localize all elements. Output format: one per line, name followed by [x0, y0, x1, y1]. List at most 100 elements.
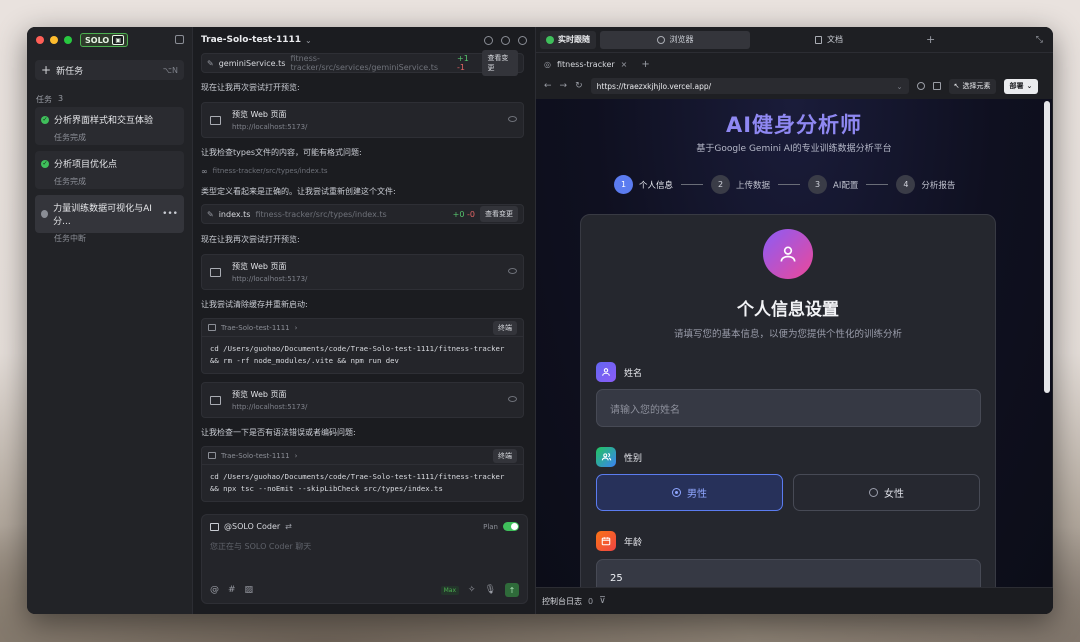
step-4[interactable]: 4 分析报告 [896, 175, 955, 194]
project-title[interactable]: Trae-Solo-test-1111 [201, 35, 301, 45]
console-label[interactable]: 控制台日志 [542, 596, 582, 607]
task-item[interactable]: ✓ 分析界面样式和交互体验 任务完成 [35, 107, 184, 145]
preview-title: 预览 Web 页面 [232, 262, 287, 271]
chevron-down-icon[interactable]: ⌄ [896, 82, 902, 91]
eye-icon[interactable] [508, 116, 517, 122]
eye-icon[interactable] [508, 396, 517, 402]
hash-icon[interactable]: # [228, 585, 236, 595]
preview-card[interactable]: 预览 Web 页面 http://localhost:5173/ [201, 254, 524, 290]
new-task-button[interactable]: + 新任务 ⌥N [35, 60, 184, 80]
microphone-icon[interactable]: 🎙 [485, 585, 496, 595]
chat-input[interactable]: 您正在与 SOLO Coder 聊天 [202, 531, 527, 562]
address-bar: ← → ↻ https://traezxkjhjlo.vercel.app/ ⌄… [536, 75, 1053, 97]
image-icon[interactable]: ▨ [245, 585, 254, 595]
app-subtitle: 基于Google Gemini AI的专业训练数据分析平台 [696, 144, 892, 154]
close-tab-icon[interactable]: × [621, 60, 628, 69]
open-terminal-button[interactable]: 终端 [493, 448, 517, 463]
close-window-button[interactable] [36, 36, 44, 44]
open-terminal-button[interactable]: 终端 [493, 320, 517, 335]
live-follow-tab[interactable]: 实时跟随 [540, 30, 596, 49]
scrollbar[interactable] [1044, 101, 1050, 393]
age-label: 年龄 [596, 531, 642, 551]
users-icon [596, 447, 616, 467]
preview-card[interactable]: 预览 Web 页面 http://localhost:5173/ [201, 382, 524, 418]
reload-icon[interactable]: ↻ [575, 81, 583, 91]
new-task-label: 新任务 [56, 66, 84, 77]
name-input[interactable]: 请输入您的姓名 [596, 389, 981, 427]
user-icon[interactable] [518, 35, 527, 45]
gear-icon[interactable] [501, 35, 510, 45]
agent-name[interactable]: @SOLO Coder [224, 522, 280, 531]
panel-tabbar: 实时跟随 浏览器 文档 + ⤡ [536, 27, 1053, 53]
console-bar: 控制台日志 0 ⊽ [536, 587, 1053, 614]
new-page-tab-icon[interactable]: + [641, 59, 649, 70]
filter-icon[interactable]: ⊽ [599, 596, 606, 606]
swap-icon[interactable]: ⇄ [285, 522, 292, 531]
stopped-icon [41, 210, 49, 218]
task-item[interactable]: ✓ 分析项目优化点 任务完成 [35, 151, 184, 189]
view-changes-button[interactable]: 查看变更 [482, 50, 518, 76]
console-count: 0 [588, 596, 594, 606]
tasks-section-label: 任务 3 [36, 94, 63, 105]
tab-browser[interactable]: 浏览器 [600, 30, 750, 49]
tasks-label: 任务 [36, 95, 52, 104]
user-icon [596, 362, 616, 382]
step-2[interactable]: 2 上传数据 [711, 175, 770, 194]
plan-toggle[interactable] [503, 522, 519, 531]
step-connector [866, 184, 889, 185]
view-changes-button[interactable]: 查看变更 [480, 206, 518, 222]
radio-unselected [869, 488, 878, 497]
more-icon[interactable]: ••• [162, 209, 178, 219]
preview-card[interactable]: 预览 Web 页面 http://localhost:5173/ [201, 102, 524, 138]
file-reference[interactable]: ∞ fitness-tracker/src/types/index.ts [201, 165, 524, 177]
minimize-window-button[interactable] [50, 36, 58, 44]
gender-label: 性别 [596, 447, 642, 467]
reference-path: fitness-tracker/src/types/index.ts [212, 167, 328, 175]
task-status: 任务完成 [54, 177, 86, 186]
target-icon[interactable] [916, 82, 925, 90]
sidebar: SOLO ▣ + 新任务 ⌥N 任务 3 ✓ 分析界面样式和交互体验 任务完成 … [27, 27, 193, 614]
chat-history-icon[interactable] [484, 35, 493, 45]
step-1[interactable]: 1 个人信息 [614, 175, 673, 194]
terminal-block: Trae-Solo-test-1111 › 终端 cd /Users/guoha… [201, 446, 524, 502]
sparkle-icon[interactable]: ✧ [468, 585, 476, 595]
step-3[interactable]: 3 AI配置 [808, 175, 858, 194]
url-input[interactable]: https://traezxkjhjlo.vercel.app/ ⌄ [590, 78, 909, 94]
mention-icon[interactable]: @ [210, 585, 219, 595]
gender-male-option[interactable]: 男性 [596, 474, 783, 511]
maximize-window-button[interactable] [64, 36, 72, 44]
task-status: 任务中断 [54, 234, 86, 243]
message-text: 类型定义看起来是正确的。让我尝试重新创建这个文件: [201, 187, 396, 196]
max-badge[interactable]: Max [440, 585, 460, 595]
eye-icon[interactable] [508, 268, 517, 274]
task-title: 分析项目优化点 [54, 160, 118, 170]
name-label: 姓名 [596, 362, 642, 382]
live-follow-label: 实时跟随 [558, 35, 590, 44]
select-element-button[interactable]: ↖ 选择元素 [948, 78, 996, 94]
gender-female-option[interactable]: 女性 [793, 474, 980, 511]
card-subtitle: 请填写您的基本信息，以便为您提供个性化的训练分析 [673, 329, 902, 340]
chevron-down-icon[interactable]: ⌄ [305, 36, 312, 45]
collapse-icon[interactable]: ⤡ [1036, 35, 1043, 45]
file-path: fitness-tracker/src/services/geminiServi… [290, 54, 439, 72]
task-status: 任务完成 [54, 133, 86, 142]
devices-icon[interactable] [932, 82, 941, 90]
document-icon [815, 35, 822, 44]
message-list: ✎ geminiService.ts fitness-tracker/src/s… [201, 50, 524, 502]
task-title: 力量训练数据可视化与AI分... [53, 204, 152, 227]
deploy-button[interactable]: 部署 ⌄ [1003, 78, 1039, 94]
chevron-right-icon: › [294, 451, 298, 460]
age-input[interactable]: 25 [596, 559, 981, 587]
tab-docs[interactable]: 文档 [754, 31, 904, 49]
toggle-sidebar-icon[interactable] [175, 35, 184, 44]
diff-stats: +1 -1 [457, 54, 469, 72]
message-text: 现在让我再次尝试打开预览: [201, 83, 300, 92]
add-tab-icon[interactable]: + [926, 33, 935, 46]
back-icon[interactable]: ← [544, 81, 552, 91]
send-button[interactable]: ↑ [505, 583, 519, 597]
tab-browser-label: 浏览器 [669, 35, 694, 44]
page-tab[interactable]: fitness-tracker [557, 60, 615, 69]
forward-icon[interactable]: → [560, 81, 568, 91]
task-item-active[interactable]: 力量训练数据可视化与AI分... ••• 任务中断 [35, 195, 184, 243]
profile-card: 个人信息设置 请填写您的基本信息，以便为您提供个性化的训练分析 姓名 请输入您的… [580, 214, 996, 587]
